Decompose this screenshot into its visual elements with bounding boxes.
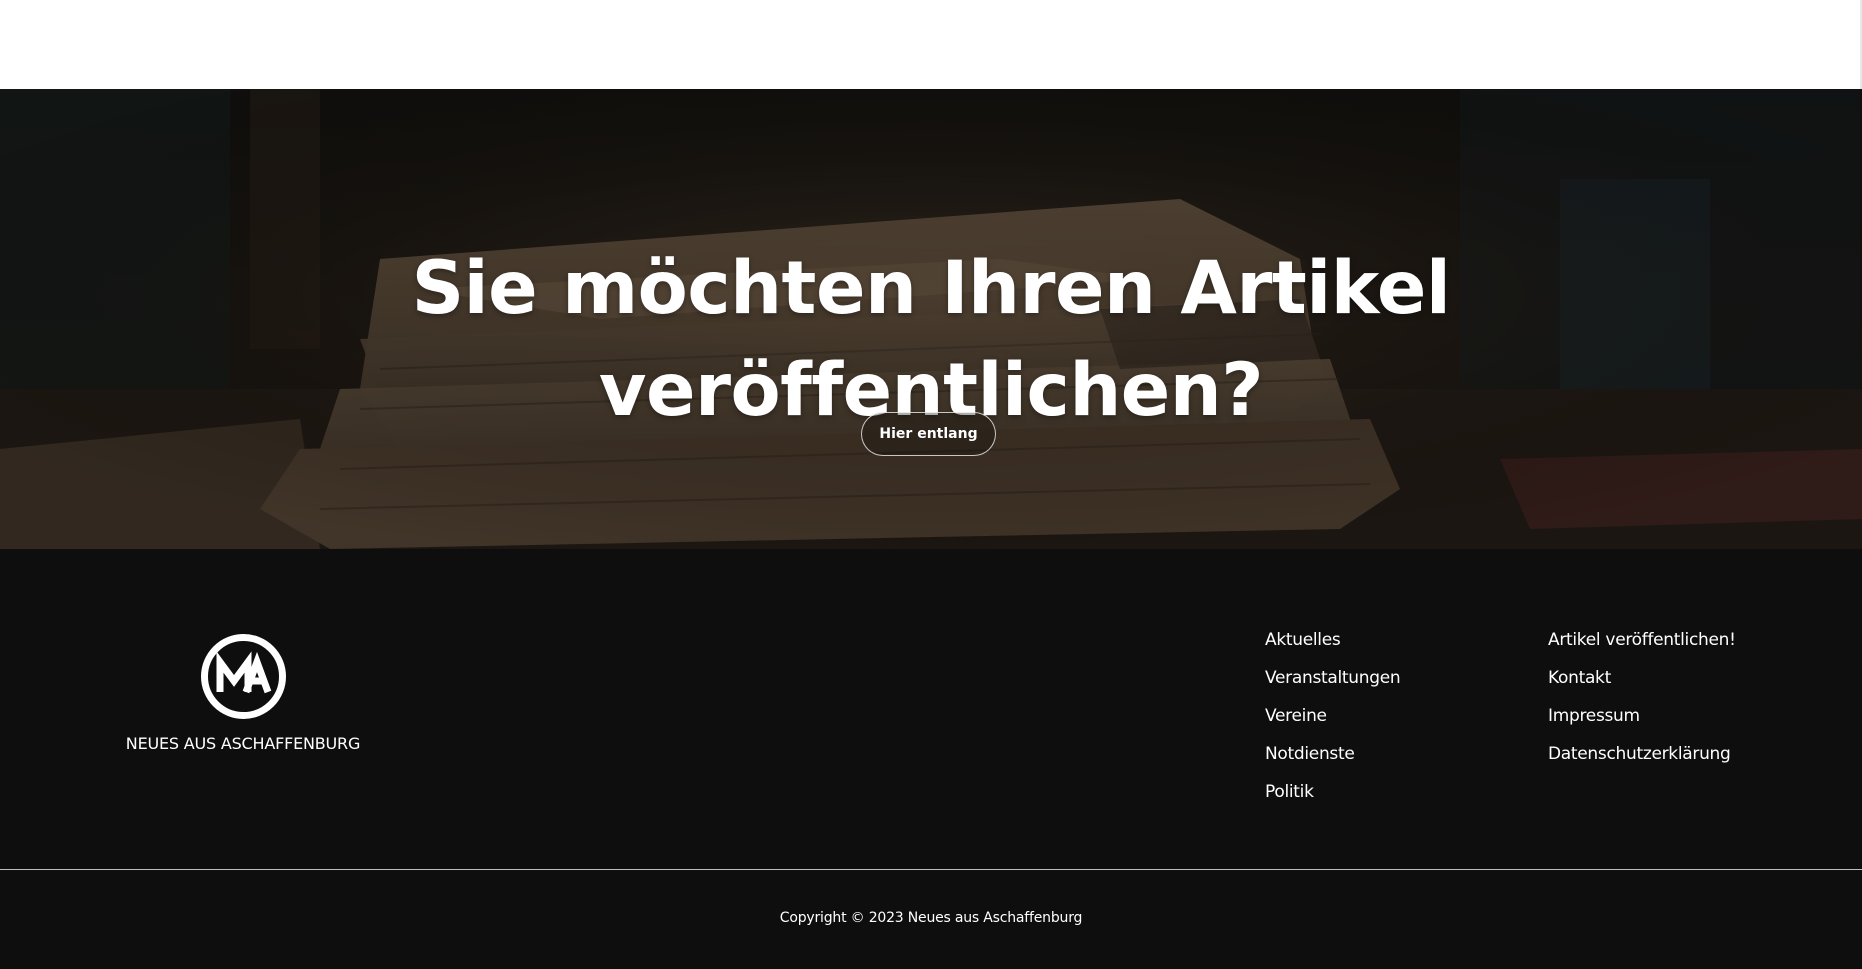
- footer-link-impressum[interactable]: Impressum: [1548, 706, 1640, 726]
- header-bar: [0, 0, 1862, 89]
- footer-link-notdienste[interactable]: Notdienste: [1265, 744, 1355, 764]
- copyright-text: Copyright © 2023 Neues aus Aschaffenburg: [779, 910, 1083, 926]
- footer-item: Notdienste: [1265, 735, 1400, 773]
- footer-link-datenschutz[interactable]: Datenschutzerklärung: [1548, 744, 1731, 764]
- footer-item: Artikel veröffentlichen!: [1548, 621, 1736, 659]
- footer-item: Politik: [1265, 773, 1400, 811]
- page: Sie möchten Ihren Artikel veröffentliche…: [0, 0, 1862, 969]
- hero-title-line-1: Sie möchten Ihren Artikel: [411, 245, 1451, 331]
- footer-divider: [0, 869, 1862, 870]
- hero-section: Sie möchten Ihren Artikel veröffentliche…: [0, 89, 1862, 549]
- footer-link-artikel-veroeffentlichen[interactable]: Artikel veröffentlichen!: [1548, 630, 1736, 650]
- footer-item: Kontakt: [1548, 659, 1736, 697]
- na-monogram-circle-icon: [200, 634, 286, 719]
- footer-item: Aktuelles: [1265, 621, 1400, 659]
- footer-item: Datenschutzerklärung: [1548, 735, 1736, 773]
- footer-brand[interactable]: NEUES AUS ASCHAFFENBURG: [123, 633, 363, 753]
- footer-item: Vereine: [1265, 697, 1400, 735]
- site-footer: NEUES AUS ASCHAFFENBURG Aktuelles Verans…: [0, 549, 1862, 969]
- footer-link-veranstaltungen[interactable]: Veranstaltungen: [1265, 668, 1401, 688]
- footer-item: Veranstaltungen: [1265, 659, 1401, 697]
- footer-link-kontakt[interactable]: Kontakt: [1548, 668, 1611, 688]
- cta-button[interactable]: Hier entlang: [861, 412, 996, 456]
- footer-link-aktuelles[interactable]: Aktuelles: [1265, 630, 1341, 650]
- footer-link-vereine[interactable]: Vereine: [1265, 706, 1327, 726]
- footer-nav-column-1: Aktuelles Veranstaltungen Vereine Notdie…: [1265, 621, 1401, 811]
- footer-item: Impressum: [1548, 697, 1736, 735]
- footer-nav-column-2: Artikel veröffentlichen! Kontakt Impress…: [1548, 621, 1736, 773]
- footer-link-politik[interactable]: Politik: [1265, 782, 1314, 802]
- brand-name: NEUES AUS ASCHAFFENBURG: [125, 734, 361, 753]
